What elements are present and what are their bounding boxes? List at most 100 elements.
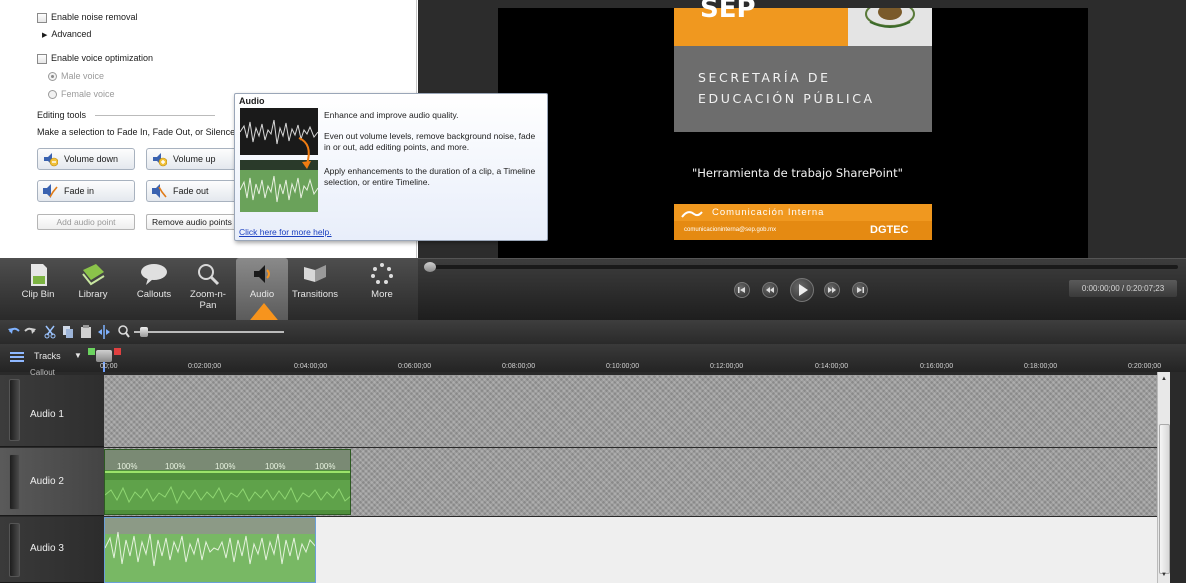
copy-icon[interactable] [62,325,74,339]
advanced-expander[interactable]: ▶ Advanced [42,27,91,41]
fade-in-button[interactable]: Fade in [37,180,135,202]
redo-icon[interactable] [24,326,36,338]
tab-library[interactable]: Library [70,258,116,320]
skip-forward-icon [857,287,864,293]
task-tabs: Clip Bin Library Callouts Zoom-n-Pan Aud… [0,258,418,320]
checkbox-box[interactable] [37,53,47,64]
track-lane-audio-1[interactable] [104,375,1157,447]
separator [94,115,215,117]
tracks-menu-icon[interactable] [10,352,24,362]
selection-end-marker[interactable] [114,348,121,355]
rewind-icon [766,287,774,293]
volume-label: 100% [215,462,236,471]
tick-label: 0:16:00;00 [920,363,954,370]
tab-zoom-n-pan[interactable]: Zoom-n-Pan [184,258,232,320]
banner-email: comunicacioninterna@sep.gob.mx [684,227,777,233]
tick-label: 0:02:00;00 [188,363,222,370]
sep-title-line1: SECRETARÍA DE [698,70,831,85]
play-button[interactable] [790,278,814,302]
audio-clip-selected[interactable] [104,517,316,583]
tick-label: 0:14:00;00 [815,363,849,370]
scrub-bar[interactable] [428,265,1178,269]
banner-dgtec: DGTEC [870,224,909,236]
tracks-label[interactable]: Tracks [34,351,61,361]
cut-icon[interactable] [44,325,56,339]
rewind-button[interactable] [762,282,778,298]
sep-logo-text: SEP [700,0,756,24]
tab-transitions[interactable]: Transitions [288,258,342,320]
video-frame: SEP SECRETARÍA DE EDUCACIÓN PÚBLICA "Her… [498,0,1088,258]
voice-optimization-checkbox[interactable]: Enable voice optimization [37,51,153,65]
tooltip-title: Audio [239,96,265,106]
scrub-handle[interactable] [424,262,436,272]
comunicacion-banner: Comunicación Interna comunicacioninterna… [674,204,932,240]
tick-label: 0:04:00;00 [294,363,328,370]
tracks-dropdown-icon[interactable]: ▼ [74,351,82,360]
audio-tooltip: Audio Enhance and improve audio quality.… [234,93,548,241]
zoom-slider-thumb[interactable] [140,327,148,337]
tab-callouts[interactable]: Callouts [128,258,180,320]
tick-label: 00;00 [100,363,118,370]
selection-start-marker[interactable] [88,348,95,355]
more-dots-icon [371,263,393,284]
volume-label: 100% [165,462,186,471]
fade-out-button[interactable]: Fade out [146,180,236,202]
next-button[interactable] [852,282,868,298]
scroll-thumb[interactable] [1159,424,1170,574]
tick-label: 0:08:00;00 [502,363,536,370]
skip-back-icon [738,287,745,293]
sep-logo-block: SEP [674,0,848,46]
vertical-scrollbar[interactable]: ▲ ▼ [1157,372,1170,583]
radio-button[interactable] [48,90,57,100]
scroll-up-icon[interactable]: ▲ [1161,376,1167,382]
tick-label: 0:20:00;00 [1128,363,1162,370]
fade-in-icon [43,184,58,198]
play-icon [799,284,808,296]
male-voice-radio[interactable]: Male voice [48,69,104,83]
scroll-down-icon[interactable]: ▼ [1161,572,1167,578]
previous-button[interactable] [734,282,750,298]
slide-quote: "Herramienta de trabajo SharePoint" [692,166,903,180]
noise-removal-checkbox[interactable]: Enable noise removal [37,10,138,24]
tooltip-paragraph-2: Even out volume levels, remove backgroun… [324,131,536,152]
track-header-audio-2[interactable]: Audio 2 [0,448,104,516]
track-grip[interactable] [9,523,20,577]
track-grip[interactable] [9,454,20,510]
curved-arrow-icon [298,137,311,169]
zoom-icon[interactable] [118,325,130,339]
volume-line[interactable] [105,471,350,473]
clip-bin-icon [31,264,47,286]
waveform-icon [105,480,350,510]
timeline-ruler: Tracks ▼ [0,344,1186,372]
checkbox-box[interactable] [37,12,47,23]
playhead[interactable] [96,350,112,362]
sep-title-line2: EDUCACIÓN PÚBLICA [698,91,875,106]
editing-tools-heading: Editing tools [37,110,215,120]
tab-more[interactable]: More [358,258,406,320]
radio-button[interactable] [48,72,57,82]
timeline-toolbar [0,320,1186,344]
track-grip[interactable] [9,379,20,441]
audio-clip[interactable]: 100% 100% 100% 100% 100% [104,449,351,515]
eagle-emblem-icon [865,1,915,28]
add-audio-point-button[interactable]: Add audio point [37,214,135,230]
track-header-audio-3[interactable]: Audio 3 [0,517,104,583]
speaker-icon [254,265,270,283]
zoom-slider-track[interactable] [134,331,284,333]
swoosh-icon [681,211,703,218]
tick-label: 0:06:00;00 [398,363,432,370]
paste-icon[interactable] [80,325,92,339]
remove-audio-points-button[interactable]: Remove audio points [146,214,236,230]
tooltip-paragraph-3: Apply enhancements to the duration of a … [324,166,536,187]
volume-up-button[interactable]: Volume up [146,148,236,170]
fast-forward-button[interactable] [824,282,840,298]
undo-icon[interactable] [8,326,20,338]
volume-label: 100% [117,462,138,471]
tick-label: 0:10:00;00 [606,363,640,370]
volume-down-button[interactable]: Volume down [37,148,135,170]
track-header-audio-1[interactable]: Audio 1 [0,375,104,447]
split-icon[interactable] [98,325,110,339]
help-link[interactable]: Click here for more help. [239,227,332,237]
tab-clip-bin[interactable]: Clip Bin [14,258,62,320]
female-voice-radio[interactable]: Female voice [48,87,115,101]
